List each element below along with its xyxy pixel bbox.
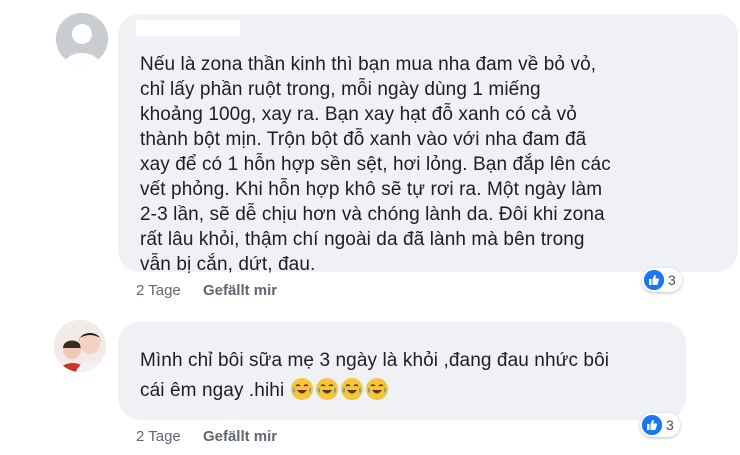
like-thumb-icon: [642, 415, 662, 435]
reaction-count: 3: [668, 272, 676, 288]
profile-photo-icon: [54, 320, 106, 372]
tears-of-joy-emoji-icon: [341, 378, 364, 400]
comment-line: rất lâu khỏi, thậm chí ngoài da đã lành …: [140, 229, 585, 250]
comment-line-text: cái êm ngay .hihi: [140, 380, 285, 402]
comment-bubble: Mình chỉ bôi sữa mẹ 3 ngày là khỏi ,đang…: [118, 322, 686, 420]
comment-thread: Nếu là zona thần kinh thì bạn mua nha đa…: [0, 0, 740, 455]
avatar[interactable]: [56, 13, 108, 65]
comment-line: Mình chỉ bôi sữa mẹ 3 ngày là khỏi ,đang…: [140, 350, 610, 371]
comment-line: vẫn bị cắn, dứt, đau.: [140, 254, 316, 275]
comment-line: xay để có 1 hỗn hợp sền sệt, hơi lỏng. B…: [140, 154, 611, 175]
comment-line: 2-3 lần, sẽ dễ chịu hơn và chóng lành da…: [140, 204, 605, 225]
reaction-summary[interactable]: 3: [642, 268, 682, 292]
reaction-summary[interactable]: 3: [640, 413, 680, 437]
comment-actions: 2 Tage Gefällt mir: [136, 282, 295, 299]
comment-bubble: Nếu là zona thần kinh thì bạn mua nha đa…: [118, 14, 738, 275]
comment-text: Nếu là zona thần kinh thì bạn mua nha đa…: [140, 52, 611, 277]
tears-of-joy-emoji-icon: [316, 378, 339, 400]
like-thumb-icon: [644, 270, 664, 290]
like-link[interactable]: Gefällt mir: [203, 282, 277, 299]
comment-line: cái êm ngay .hihi: [140, 376, 609, 406]
comment-line: vết phỏng. Khi hỗn hợp khô sẽ tự rơi ra.…: [140, 179, 603, 200]
comment-actions: 2 Tage Gefällt mir: [136, 428, 295, 445]
comment-text: Mình chỉ bôi sữa mẹ 3 ngày là khỏi ,đang…: [140, 346, 609, 406]
like-link[interactable]: Gefällt mir: [203, 428, 277, 445]
tears-of-joy-emoji-icon: [366, 378, 389, 400]
author-name-redacted[interactable]: [136, 20, 240, 36]
comment-line: thành bột mịn. Trộn bột đỗ xanh vào với …: [140, 129, 587, 150]
default-avatar-icon: [56, 13, 108, 65]
tears-of-joy-emoji-icon: [291, 378, 314, 400]
comment-line: khoảng 100g, xay ra. Bạn xay hạt đỗ xanh…: [140, 104, 577, 125]
comment-timestamp[interactable]: 2 Tage: [136, 428, 181, 445]
avatar[interactable]: [54, 320, 106, 372]
comment-line: Nếu là zona thần kinh thì bạn mua nha đa…: [140, 54, 597, 75]
reaction-count: 3: [666, 417, 674, 433]
comment-line: chỉ lấy phần ruột trong, mỗi ngày dùng 1…: [140, 79, 541, 100]
comment-timestamp[interactable]: 2 Tage: [136, 282, 181, 299]
emoji-group: [288, 376, 389, 406]
